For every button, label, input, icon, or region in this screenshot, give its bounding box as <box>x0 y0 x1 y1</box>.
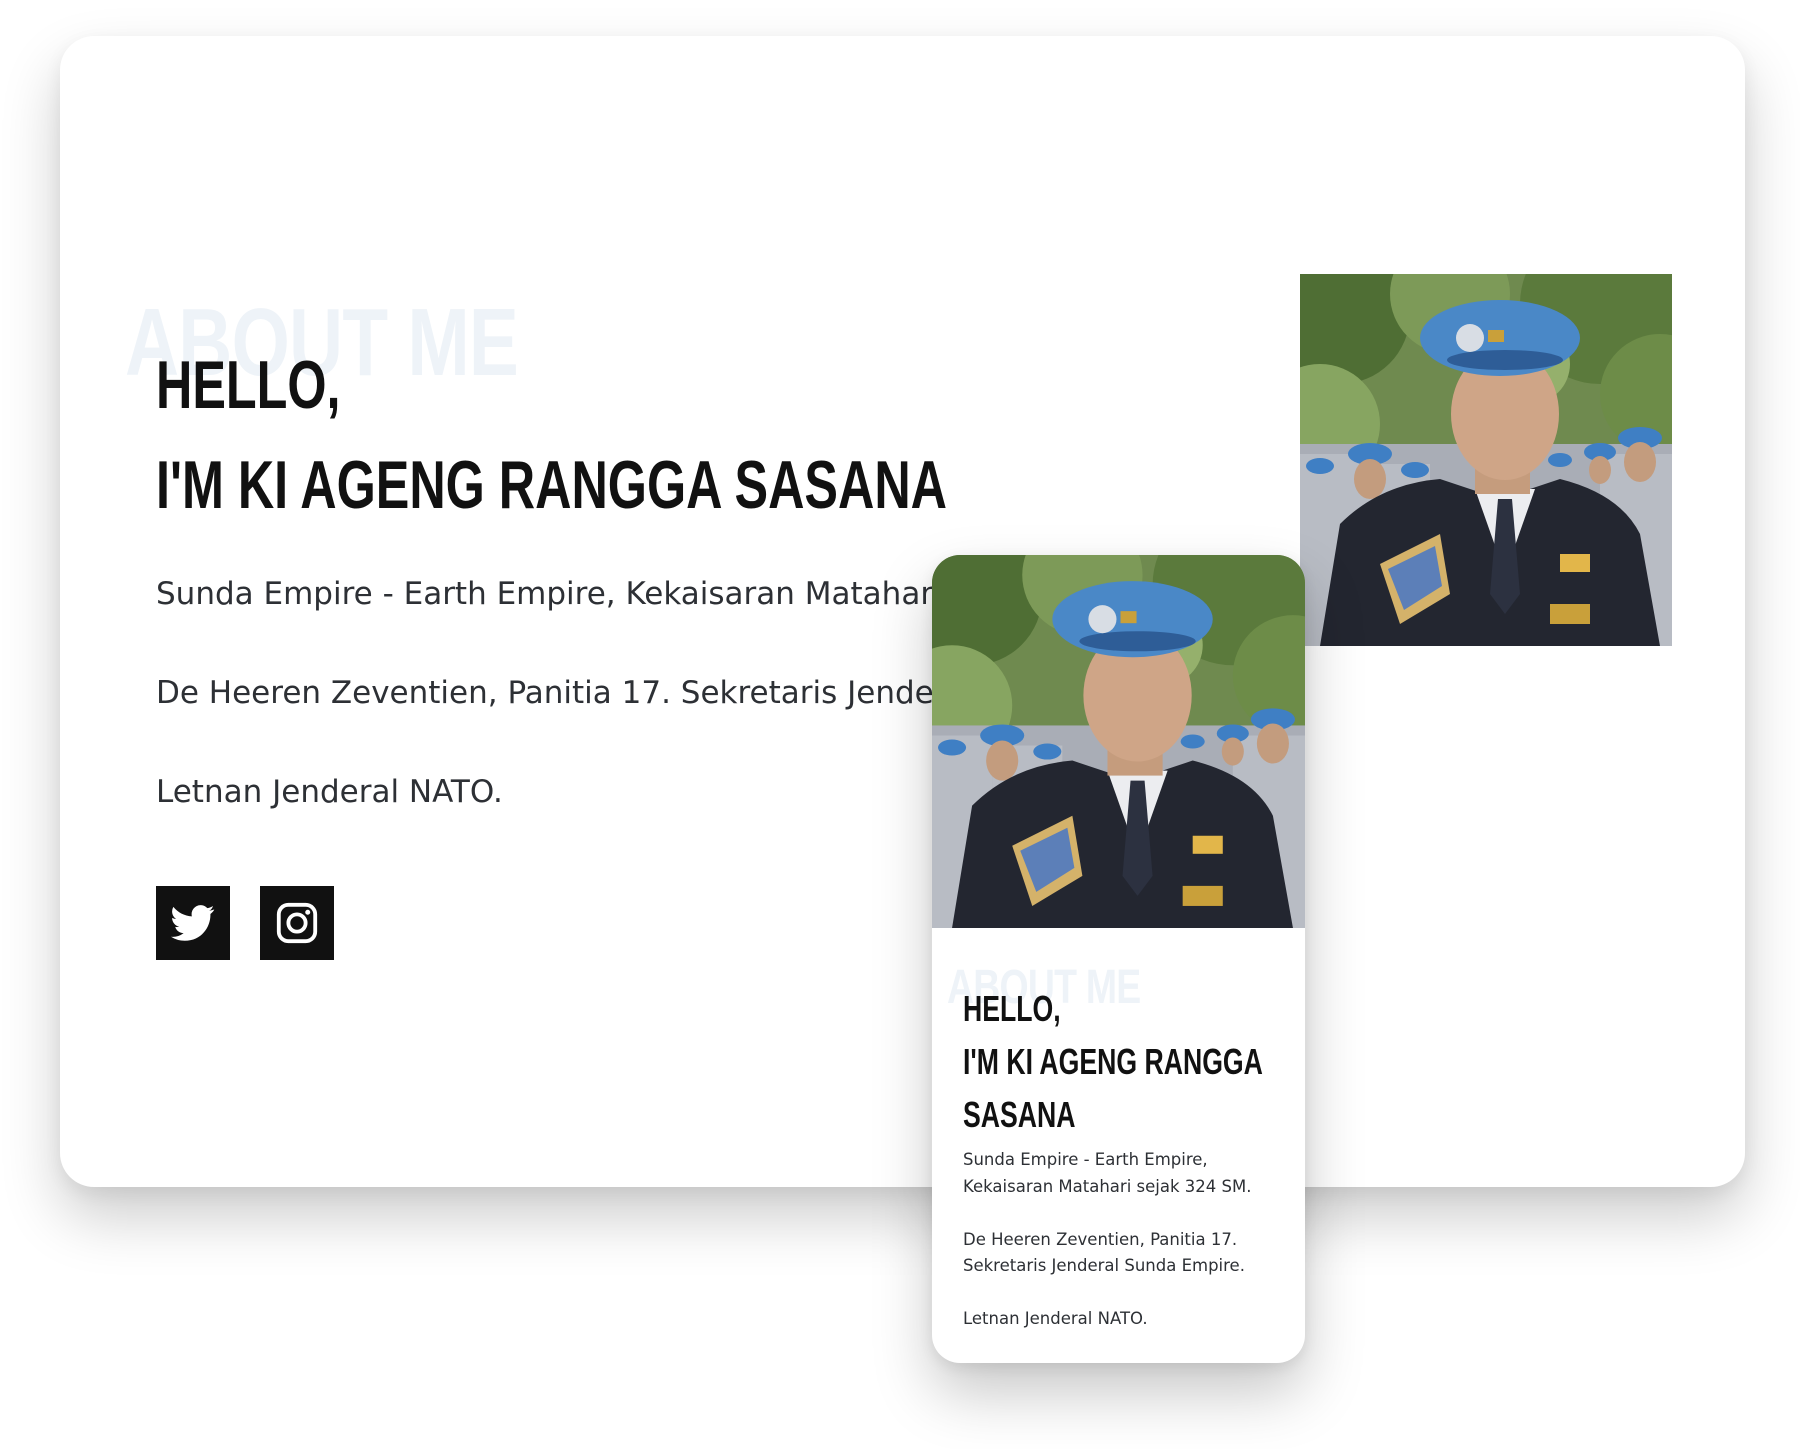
greeting-heading: HELLO, <box>963 988 1061 1029</box>
instagram-button[interactable] <box>260 886 334 960</box>
twitter-icon <box>171 905 215 941</box>
name-heading: I'M KI AGENG RANGGA <box>963 1041 1263 1082</box>
name-heading: SASANA <box>963 1094 1076 1135</box>
greeting-heading: HELLO, <box>156 347 341 423</box>
instagram-icon <box>276 902 318 944</box>
twitter-button[interactable] <box>156 886 230 960</box>
profile-photo <box>1300 274 1672 646</box>
bio-paragraph: Letnan Jenderal NATO. <box>156 774 503 810</box>
bio-paragraph: Letnan Jenderal NATO. <box>963 1309 1148 1328</box>
profile-photo <box>932 555 1305 928</box>
bio-text: Sunda Empire - Earth Empire, Kekaisaran … <box>963 1147 1283 1359</box>
mobile-preview-card: ABOUT ME HELLO, I'M KI AGENG RANGGA SASA… <box>932 555 1305 1363</box>
desktop-preview-card: ABOUT ME HELLO, I'M KI AGENG RANGGA SASA… <box>60 36 1745 1187</box>
bio-paragraph: Sunda Empire - Earth Empire, Kekaisaran … <box>963 1150 1252 1196</box>
bio-paragraph: De Heeren Zeventien, Panitia 17. Sekreta… <box>963 1229 1245 1276</box>
name-heading: I'M KI AGENG RANGGA SASANA <box>156 447 948 523</box>
